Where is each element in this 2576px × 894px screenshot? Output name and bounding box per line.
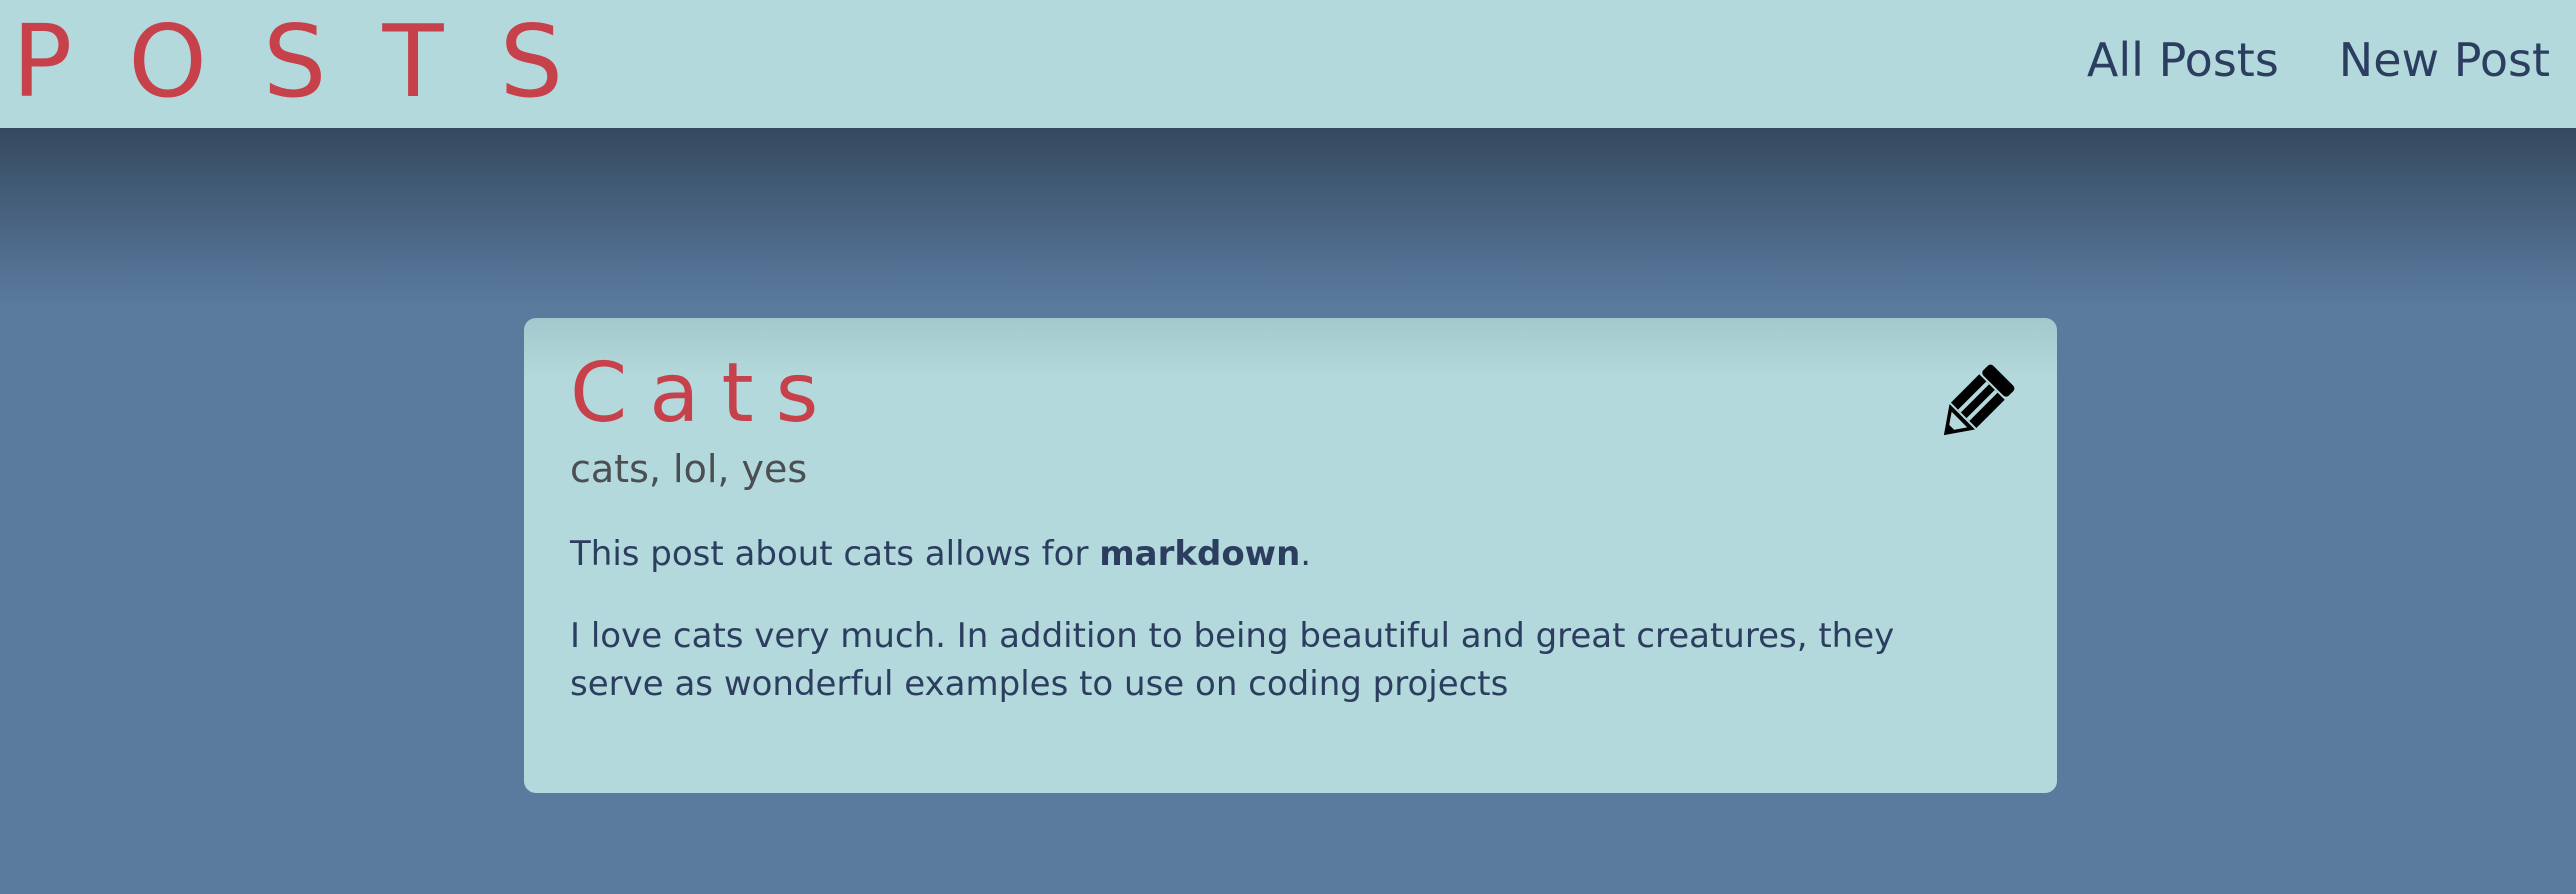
post-title: Cats [570,346,841,441]
post-tags: cats, lol, yes [570,447,808,491]
header-shadow [0,128,2576,308]
nav-new-post-link[interactable]: New Post [2339,33,2550,87]
pencil-icon[interactable] [1935,362,2015,446]
post-paragraph: I love cats very much. In addition to be… [570,616,1895,704]
main-nav: All Posts New Post [2087,30,2550,90]
post-paragraph: This post about cats allows for markdown… [570,530,1990,578]
nav-all-posts-link[interactable]: All Posts [2087,33,2279,87]
post-body: This post about cats allows for markdown… [570,530,1990,742]
post-card: Cats cats, lol, yes This post about cats… [524,318,2057,793]
site-logo[interactable]: POSTS [12,6,619,118]
site-header: POSTS All Posts New Post [0,0,2576,128]
post-bold-text: markdown [1099,534,1301,574]
post-text: This post about cats allows for [570,534,1100,574]
post-text: . [1300,534,1312,574]
